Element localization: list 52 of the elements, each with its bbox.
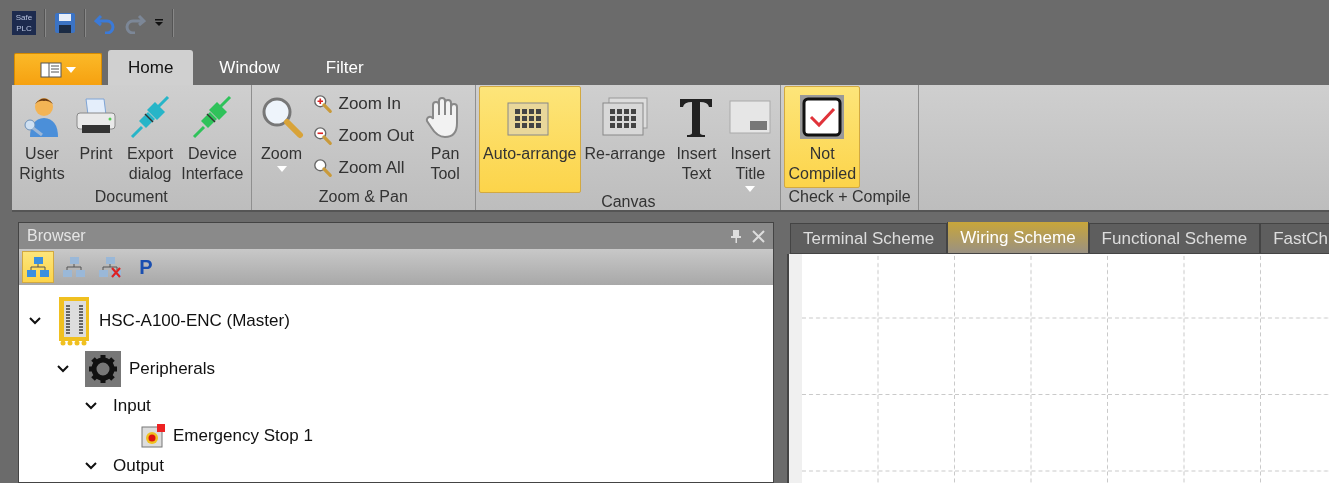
document-tab[interactable]: Functional Scheme [1088,223,1261,254]
ribbon-button[interactable]: Zoom In [308,94,419,114]
emergency-stop-icon [141,424,165,448]
ribbon-button[interactable]: Not Compiled [784,86,861,188]
panel-title: Browser [27,227,86,245]
ribbon-button[interactable]: User Rights [15,86,69,188]
ribbon-button[interactable]: Print [69,86,123,188]
checkbox-icon [798,93,847,141]
ribbon-button[interactable]: Re-arrange [580,86,670,193]
document-tab[interactable]: Terminal Scheme [790,223,948,254]
gear-icon [85,351,121,387]
tree-item[interactable]: Input [113,396,151,416]
ribbon-tab[interactable]: Home [108,50,194,85]
ribbon-button[interactable]: Zoom [254,86,309,188]
tree-item[interactable]: HSC-A100-ENC (Master) [99,311,290,331]
magnifier-icon [312,94,333,114]
ribbon-button[interactable]: Auto-arrange [479,86,581,193]
expand-chevron-icon[interactable] [57,365,69,373]
ribbon-button[interactable]: Pan Tool [418,86,473,188]
ribbon-tab[interactable]: Filter [305,50,384,85]
pin-icon[interactable] [730,229,742,243]
panel-layout-icon [40,61,62,78]
magnifier-icon [312,126,333,146]
document-tab[interactable]: FastCh [1260,223,1329,254]
group-label: Canvas [600,193,657,211]
ribbon-button[interactable]: Export dialog [123,86,178,188]
expand-chevron-icon[interactable] [85,462,97,470]
group-label: Document [93,188,169,207]
group-label: Zoom & Pan [317,188,409,207]
ribbon-button[interactable]: Zoom Out [308,126,419,146]
customize-caret-icon[interactable] [154,18,164,27]
tree-item[interactable]: Output [113,456,165,476]
ribbon-button[interactable]: Device Interface [177,86,248,188]
magnifier-icon [312,158,333,178]
ribbon-button[interactable]: Insert Title [723,86,778,193]
tree-view-button[interactable] [22,251,54,283]
stacked-grid-icon [600,97,649,137]
ribbon-button[interactable]: Insert Text [669,86,724,193]
ribbon-button[interactable]: Zoom All [308,158,419,178]
caret-icon [66,66,76,73]
tree-item[interactable]: Peripherals [129,359,215,379]
application-menu-button[interactable] [14,53,102,85]
tree-item[interactable]: Emergency Stop 1 [173,426,313,446]
app-logo: Safe PLC [12,10,36,35]
properties-button[interactable]: P [130,251,162,283]
group-label: Check + Compile [787,188,912,207]
save-icon[interactable] [54,11,76,34]
close-icon[interactable] [752,229,765,243]
expand-chevron-icon[interactable] [85,402,97,410]
controller-icon [57,296,91,346]
ribbon-tab[interactable]: Window [199,50,300,85]
expand-chevron-icon[interactable] [29,317,41,325]
